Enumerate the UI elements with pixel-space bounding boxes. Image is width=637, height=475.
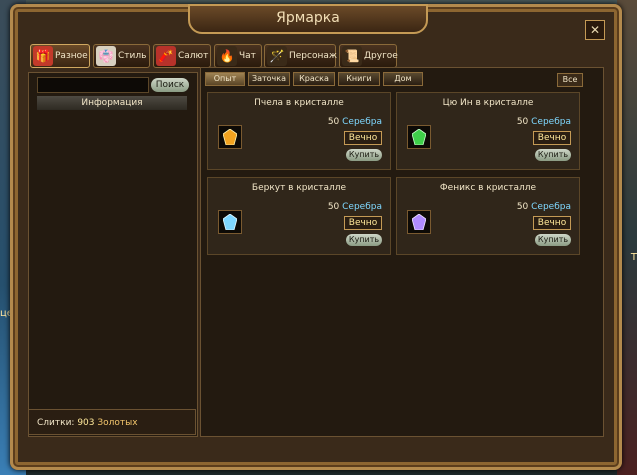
item-card: Пчела в кристалле 50 Серебра Вечно Купит… (207, 92, 391, 170)
tab-label: Чат (239, 51, 256, 61)
bullion-amount: 903 (77, 418, 95, 428)
sidebar-item-info[interactable]: Информация (37, 96, 187, 110)
price-amount: 50 (516, 202, 529, 212)
tab-label: Другое (364, 51, 398, 61)
filter-dye[interactable]: Краска (293, 72, 335, 86)
window-title: Ярмарка (276, 10, 340, 26)
tab-chat[interactable]: 🔥 Чат (214, 44, 262, 68)
firework-icon: 🧨 (156, 46, 176, 66)
tab-label: Стиль (118, 51, 147, 61)
close-icon: ✕ (589, 23, 601, 37)
item-price: 50 Серебра (328, 202, 382, 212)
item-name: Пчела в кристалле (254, 98, 344, 108)
item-price: 50 Серебра (517, 117, 571, 127)
crystal-icon (412, 129, 426, 145)
window-titlebar: Ярмарка (188, 4, 428, 34)
all-button[interactable]: Все (557, 73, 583, 87)
price-currency: Серебра (531, 117, 571, 127)
close-button[interactable]: ✕ (585, 20, 605, 40)
item-price: 50 Серебра (517, 202, 571, 212)
background-text-right: Т (630, 252, 637, 263)
item-slot[interactable] (218, 210, 242, 234)
bullion-balance: Слитки: 903 Золотых (28, 409, 196, 435)
search-button[interactable]: Поиск (151, 78, 189, 92)
item-slot[interactable] (218, 125, 242, 149)
price-currency: Серебра (342, 202, 382, 212)
search-input[interactable] (37, 77, 149, 93)
filter-enhance[interactable]: Заточка (248, 72, 290, 86)
duration-badge: Вечно (533, 131, 571, 145)
buy-button[interactable]: Купить (346, 149, 382, 161)
price-amount: 50 (327, 202, 340, 212)
tab-misc[interactable]: 🎁 Разное (30, 44, 90, 68)
tab-character[interactable]: 🪄 Персонаж (264, 44, 337, 68)
crystal-icon (223, 214, 237, 230)
item-slot[interactable] (407, 125, 431, 149)
filter-home[interactable]: Дом (383, 72, 423, 86)
price-amount: 50 (327, 117, 340, 127)
tab-label: Салют (178, 51, 209, 61)
tab-other[interactable]: 📜 Другое (339, 44, 398, 68)
filter-books[interactable]: Книги (338, 72, 380, 86)
filter-experience[interactable]: Опыт (205, 72, 245, 86)
bullion-currency: Золотых (97, 418, 138, 428)
bullion-label: Слитки: (37, 418, 75, 428)
flame-icon: 🔥 (217, 46, 237, 66)
scroll-icon: 📜 (342, 46, 362, 66)
crystal-icon (412, 214, 426, 230)
buy-button[interactable]: Купить (346, 234, 382, 246)
duration-badge: Вечно (533, 216, 571, 230)
price-amount: 50 (516, 117, 529, 127)
buy-button[interactable]: Купить (535, 234, 571, 246)
gift-icon: 🎁 (33, 46, 53, 66)
tab-label: Разное (55, 51, 88, 61)
price-currency: Серебра (531, 202, 571, 212)
item-price: 50 Серебра (328, 117, 382, 127)
crystal-icon (223, 129, 237, 145)
duration-badge: Вечно (344, 131, 382, 145)
outfit-icon: 👘 (96, 46, 116, 66)
sidebar: Поиск Информация (28, 72, 198, 437)
tab-label: Персонаж (289, 51, 337, 61)
tab-firework[interactable]: 🧨 Салют (153, 44, 211, 68)
item-name: Феникс в кристалле (439, 183, 537, 193)
item-card: Беркут в кристалле 50 Серебра Вечно Купи… (207, 177, 391, 255)
tab-style[interactable]: 👘 Стиль (93, 44, 150, 68)
wand-icon: 🪄 (267, 46, 287, 66)
buy-button[interactable]: Купить (535, 149, 571, 161)
item-card: Феникс в кристалле 50 Серебра Вечно Купи… (396, 177, 580, 255)
item-name: Беркут в кристалле (251, 183, 347, 193)
duration-badge: Вечно (344, 216, 382, 230)
item-name: Цю Ин в кристалле (442, 98, 534, 108)
item-card: Цю Ин в кристалле 50 Серебра Вечно Купит… (396, 92, 580, 170)
item-slot[interactable] (407, 210, 431, 234)
price-currency: Серебра (342, 117, 382, 127)
